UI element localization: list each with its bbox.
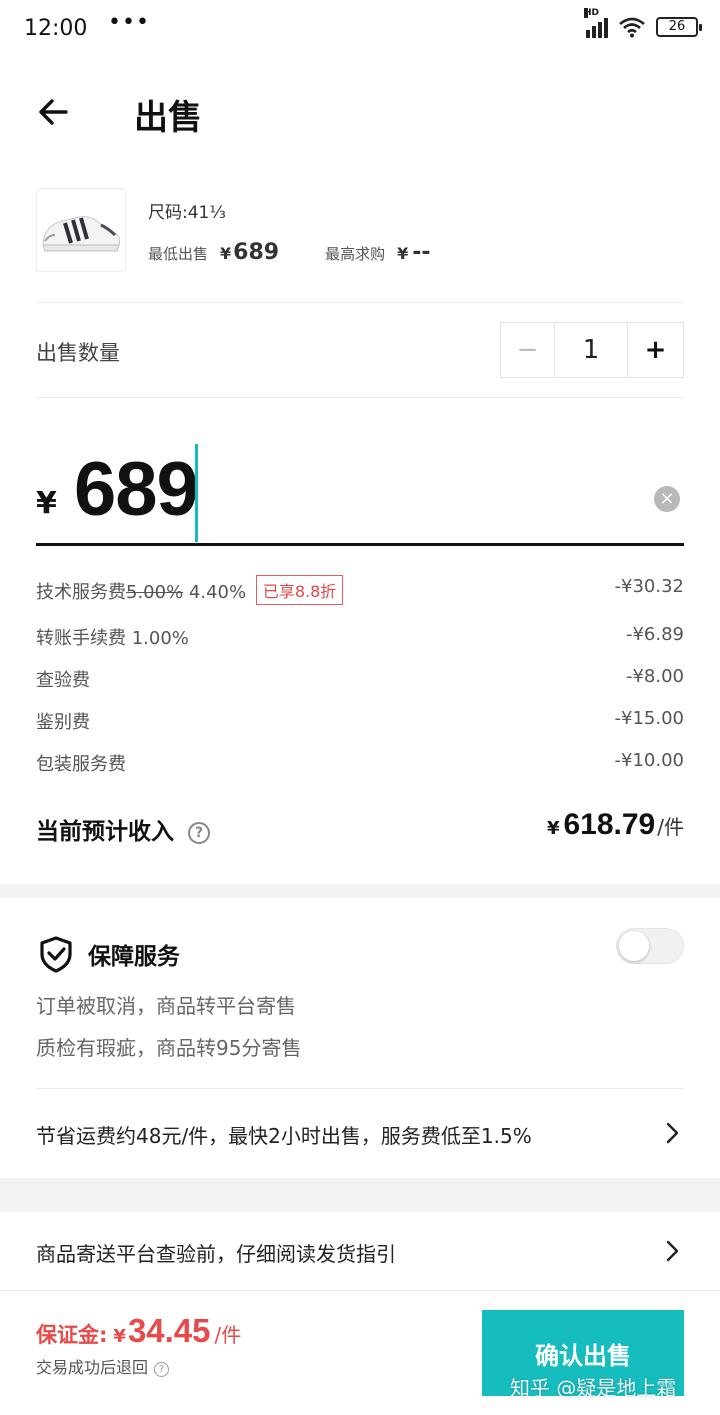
income-label-text: 当前预计收入 — [36, 819, 174, 845]
refund-note: 交易成功后退回? — [36, 1354, 170, 1378]
fee-label: 包装服务费 — [36, 754, 126, 775]
quantity-plus-button[interactable]: + — [628, 323, 683, 377]
shield-check-icon — [40, 936, 72, 973]
highest-bid-currency: ¥ — [397, 244, 409, 263]
shipping-guide-row[interactable]: 商品寄送平台查验前，仔细阅读发货指引 — [36, 1232, 684, 1272]
page-header: 出售 — [0, 80, 720, 144]
fee-amount: -¥15.00 — [614, 708, 684, 729]
promo-row[interactable]: 节省运费约48元/件，最快2小时出售，服务费低至1.5% — [36, 1114, 684, 1154]
discount-badge: 已享8.8折 — [255, 575, 344, 605]
lowest-sell-currency: ¥ — [220, 244, 232, 263]
fee-row-packaging: 包装服务费 -¥10.00 — [36, 750, 684, 780]
product-summary: 尺码:41⅓ 最低出售 ¥ 689 最高求购 ¥ -- — [36, 188, 684, 278]
guarantee-title: 保障服务 — [88, 944, 180, 970]
fee-row-transfer: 转账手续费 1.00% -¥6.89 — [36, 624, 684, 654]
guarantee-line: 订单被取消，商品转平台寄售 — [36, 994, 296, 1018]
watermark: 知乎 @疑是地上霜 — [510, 1376, 677, 1400]
guarantee-toggle[interactable] — [616, 928, 684, 964]
deposit: 保证金: ¥ 34.45 /件 — [36, 1312, 241, 1350]
toggle-knob — [619, 931, 649, 961]
income-amount: 618.79 — [563, 808, 656, 841]
fee-amount: -¥6.89 — [625, 624, 684, 645]
lowest-sell-value: 689 — [233, 240, 280, 265]
deposit-unit: /件 — [214, 1323, 242, 1347]
divider — [0, 1290, 720, 1291]
fee-rate: 4.40% — [183, 582, 247, 603]
fee-amount: -¥8.00 — [625, 666, 684, 687]
quantity-minus-button[interactable]: − — [501, 323, 555, 377]
estimated-income: 当前预计收入? ¥ 618.79 /件 — [36, 808, 684, 848]
highest-bid-value: -- — [412, 240, 431, 265]
page-title: 出售 — [134, 98, 202, 138]
back-arrow-icon[interactable] — [34, 92, 74, 132]
price-currency: ¥ — [36, 486, 57, 521]
help-icon[interactable]: ? — [188, 822, 210, 844]
promo-text: 节省运费约48元/件，最快2小时出售，服务费低至1.5% — [36, 1124, 532, 1148]
signal-icon: HD — [584, 8, 608, 38]
divider — [36, 397, 684, 398]
fee-label: 查验费 — [36, 670, 90, 691]
guarantee-header: 保障服务 — [36, 934, 180, 974]
fee-label: 技术服务费 — [36, 582, 126, 603]
help-icon[interactable]: ? — [154, 1362, 170, 1377]
price-summary: 最低出售 ¥ 689 最高求购 ¥ -- — [148, 240, 431, 265]
income-currency: ¥ — [546, 818, 560, 839]
sneaker-image — [42, 216, 120, 252]
section-gap — [0, 1178, 720, 1212]
fee-amount: -¥30.32 — [614, 576, 684, 597]
fee-row-tech-service: 技术服务费5.00% 4.40% 已享8.8折 -¥30.32 — [36, 575, 684, 606]
deposit-label: 保证金: — [36, 1323, 108, 1347]
price-input[interactable]: ¥ 689 × — [36, 440, 684, 546]
fee-original-rate: 5.00% — [126, 582, 184, 603]
deposit-currency: ¥ — [113, 1326, 126, 1347]
clear-icon[interactable]: × — [654, 486, 680, 512]
fee-label: 转账手续费 1.00% — [36, 628, 189, 649]
quantity-stepper: − 1 + — [500, 322, 684, 378]
network-type: HD — [584, 8, 600, 18]
shipping-guide-text: 商品寄送平台查验前，仔细阅读发货指引 — [36, 1242, 396, 1266]
fee-amount: -¥10.00 — [614, 750, 684, 771]
highest-bid-label: 最高求购 — [325, 245, 386, 263]
income-label: 当前预计收入? — [36, 812, 210, 846]
status-dots: ••• — [108, 10, 150, 35]
fee-row-authentication: 鉴别费 -¥15.00 — [36, 708, 684, 738]
refund-note-text: 交易成功后退回 — [36, 1358, 149, 1377]
chevron-right-icon — [666, 1240, 679, 1262]
section-gap — [0, 884, 720, 898]
battery-icon: 26 — [656, 17, 702, 37]
divider — [36, 302, 684, 303]
wifi-icon — [619, 17, 645, 38]
guarantee-line: 质检有瑕疵，商品转95分寄售 — [36, 1036, 302, 1060]
text-cursor — [195, 444, 198, 542]
status-icons: HD 26 — [584, 8, 702, 38]
chevron-right-icon — [666, 1122, 679, 1144]
quantity-label: 出售数量 — [36, 341, 120, 365]
income-value: ¥ 618.79 /件 — [547, 808, 684, 842]
income-unit: /件 — [657, 815, 684, 839]
status-bar: 12:00 ••• HD 26 — [0, 0, 720, 64]
deposit-value: 34.45 — [127, 1312, 211, 1349]
fee-row-inspection: 查验费 -¥8.00 — [36, 666, 684, 696]
fee-label: 鉴别费 — [36, 712, 90, 733]
status-time: 12:00 — [24, 16, 88, 41]
price-value[interactable]: 689 — [74, 446, 199, 533]
lowest-sell-label: 最低出售 — [148, 245, 209, 263]
product-size: 尺码:41⅓ — [148, 203, 226, 223]
product-thumbnail[interactable] — [36, 188, 126, 272]
divider — [36, 1088, 684, 1089]
quantity-value[interactable]: 1 — [555, 323, 628, 377]
